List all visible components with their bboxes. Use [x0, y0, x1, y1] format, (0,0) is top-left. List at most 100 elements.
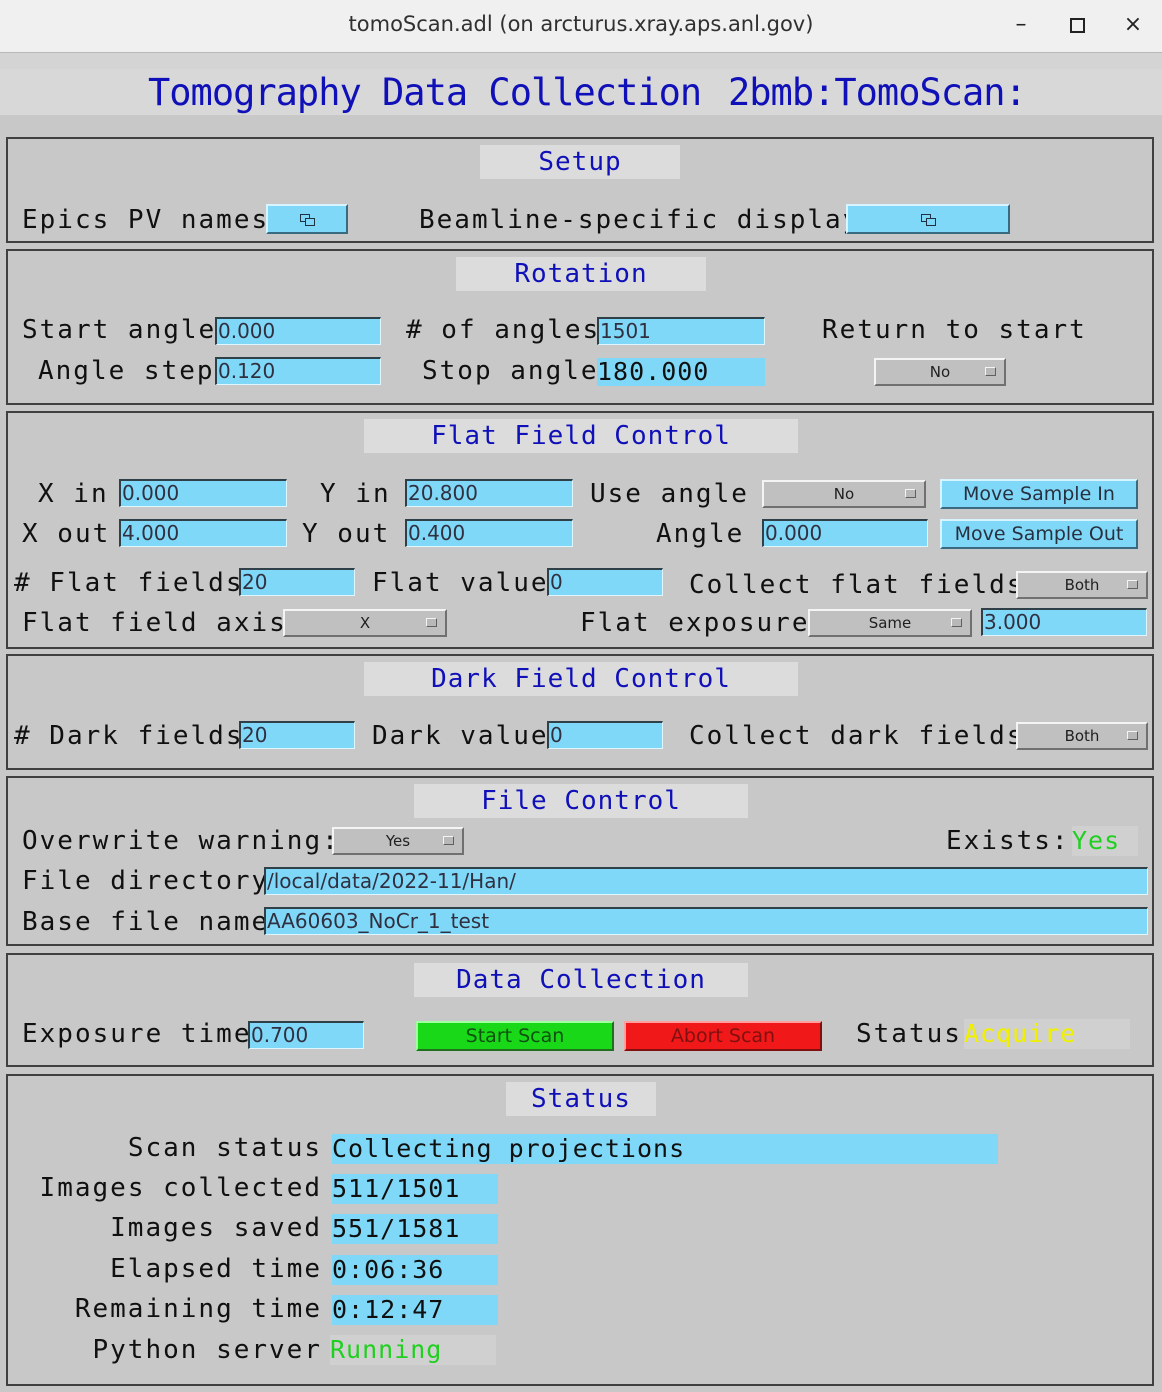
flat-field-title: Flat Field Control [364, 419, 798, 453]
related-display-icon [300, 214, 315, 226]
flat-field-axis-value: X [359, 614, 371, 632]
menu-caret-icon [443, 836, 454, 845]
angle-step-input[interactable]: 0.120 [215, 357, 381, 385]
base-file-name-label: Base file name [22, 907, 270, 937]
use-angle-menu[interactable]: No [762, 480, 926, 508]
x-out-label: X out [22, 519, 111, 549]
maximize-button[interactable] [1062, 10, 1092, 40]
dark-field-panel: Dark Field Control # Dark fields 20 Dark… [6, 654, 1154, 770]
rotation-title: Rotation [456, 257, 706, 291]
window-titlebar: tomoScan.adl (on arcturus.xray.aps.anl.g… [0, 0, 1162, 53]
scan-status-label: Status [856, 1019, 962, 1049]
setup-title: Setup [480, 145, 680, 179]
exists-label: Exists: [946, 826, 1070, 856]
flat-value-label: Flat value [372, 568, 549, 598]
collect-dark-fields-menu[interactable]: Both [1016, 722, 1148, 750]
scan-status-value: Acquire [964, 1019, 1130, 1049]
close-button[interactable]: × [1118, 10, 1148, 40]
flat-value-input[interactable]: 0 [547, 568, 663, 596]
pv-prefix: 2bmb:TomoScan: [728, 71, 1027, 114]
flat-field-panel: Flat Field Control X in 0.000 Y in 20.80… [6, 411, 1154, 649]
remaining-time-label: Remaining time [74, 1294, 322, 1324]
return-to-start-value: No [929, 363, 951, 381]
y-out-label: Y out [302, 519, 391, 549]
screen-title: Tomography Data Collection [148, 71, 702, 114]
data-collection-panel: Data Collection Exposure time 0.700 Star… [6, 953, 1154, 1067]
images-collected-value: 511/1501 [332, 1174, 498, 1204]
angle-input[interactable]: 0.000 [762, 519, 928, 547]
exists-value: Yes [1072, 826, 1138, 856]
menu-caret-icon [951, 618, 962, 627]
start-scan-button[interactable]: Start Scan [416, 1021, 614, 1051]
top-strip [0, 53, 1162, 69]
use-angle-label: Use angle [590, 479, 749, 509]
num-flat-fields-input[interactable]: 20 [239, 568, 355, 596]
data-collection-title: Data Collection [414, 963, 748, 997]
move-sample-in-button[interactable]: Move Sample In [940, 479, 1138, 509]
collect-flat-fields-menu[interactable]: Both [1016, 571, 1148, 599]
flat-exposure-label: Flat exposure [580, 608, 810, 638]
overwrite-warning-menu[interactable]: Yes [332, 827, 464, 855]
num-flat-fields-label: # Flat fields [14, 568, 244, 598]
window-title: tomoScan.adl (on arcturus.xray.aps.anl.g… [348, 12, 814, 36]
y-out-input[interactable]: 0.400 [405, 519, 573, 547]
beamline-display-label: Beamline-specific display [419, 205, 861, 235]
epics-pv-button[interactable] [266, 204, 348, 234]
angle-step-label: Angle step [38, 356, 215, 386]
menu-caret-icon [1127, 580, 1138, 589]
status-title: Status [506, 1082, 656, 1116]
dark-value-input[interactable]: 0 [547, 721, 663, 749]
use-angle-value: No [833, 485, 855, 503]
flat-exposure-mode-menu[interactable]: Same [808, 609, 972, 637]
num-angles-label: # of angles [406, 315, 601, 345]
flat-field-axis-label: Flat field axis [22, 608, 287, 638]
x-out-input[interactable]: 4.000 [119, 519, 287, 547]
return-to-start-menu[interactable]: No [874, 358, 1006, 386]
file-directory-input[interactable]: /local/data/2022-11/Han/ [264, 867, 1148, 895]
menu-caret-icon [985, 367, 996, 376]
x-in-label: X in [38, 479, 109, 509]
collect-dark-fields-label: Collect dark fields [689, 721, 1025, 751]
close-icon: × [1123, 12, 1143, 37]
images-collected-label: Images collected [39, 1173, 322, 1203]
move-sample-out-button[interactable]: Move Sample Out [940, 519, 1138, 549]
exposure-time-input[interactable]: 0.700 [248, 1021, 364, 1049]
start-angle-label: Start angle [22, 315, 217, 345]
collect-dark-fields-value: Both [1064, 727, 1100, 745]
overwrite-warning-label: Overwrite warning: [22, 826, 340, 856]
abort-scan-button[interactable]: Abort Scan [624, 1021, 822, 1051]
epics-pv-label: Epics PV names [22, 205, 270, 235]
flat-field-axis-menu[interactable]: X [283, 609, 447, 637]
beamline-display-button[interactable] [846, 204, 1010, 234]
rotation-panel: Rotation Start angle 0.000 # of angles 1… [6, 249, 1154, 405]
setup-panel: Setup Epics PV names Beamline-specific d… [6, 137, 1154, 243]
stop-angle-value: 180.000 [597, 358, 765, 386]
exposure-time-label: Exposure time [22, 1019, 252, 1049]
base-file-name-input[interactable]: AA60603_NoCr_1_test [264, 907, 1148, 935]
menu-caret-icon [905, 489, 916, 498]
overwrite-warning-value: Yes [385, 832, 411, 850]
minimize-button[interactable]: – [1006, 10, 1036, 40]
elapsed-time-value: 0:06:36 [332, 1255, 498, 1285]
python-server-label: Python server [92, 1335, 322, 1365]
menu-caret-icon [426, 618, 437, 627]
num-dark-fields-input[interactable]: 20 [239, 721, 355, 749]
screen-header: Tomography Data Collection 2bmb:TomoScan… [0, 69, 1162, 115]
elapsed-time-label: Elapsed time [110, 1254, 322, 1284]
python-server-value: Running [330, 1335, 496, 1365]
dark-field-title: Dark Field Control [364, 662, 798, 696]
y-in-input[interactable]: 20.800 [405, 479, 573, 507]
dark-value-label: Dark value [372, 721, 549, 751]
flat-exposure-input[interactable]: 3.000 [981, 608, 1147, 636]
images-saved-label: Images saved [110, 1213, 322, 1243]
scan-status-row-value: Collecting projections [332, 1134, 998, 1164]
file-directory-label: File directory [22, 866, 270, 896]
angle-label: Angle [656, 519, 745, 549]
status-panel: Status Scan status Collecting projection… [6, 1074, 1154, 1386]
images-saved-value: 551/1581 [332, 1214, 498, 1244]
start-angle-input[interactable]: 0.000 [215, 317, 381, 345]
remaining-time-value: 0:12:47 [332, 1295, 498, 1325]
num-angles-input[interactable]: 1501 [597, 317, 765, 345]
minimize-icon: – [1015, 12, 1027, 37]
x-in-input[interactable]: 0.000 [119, 479, 287, 507]
